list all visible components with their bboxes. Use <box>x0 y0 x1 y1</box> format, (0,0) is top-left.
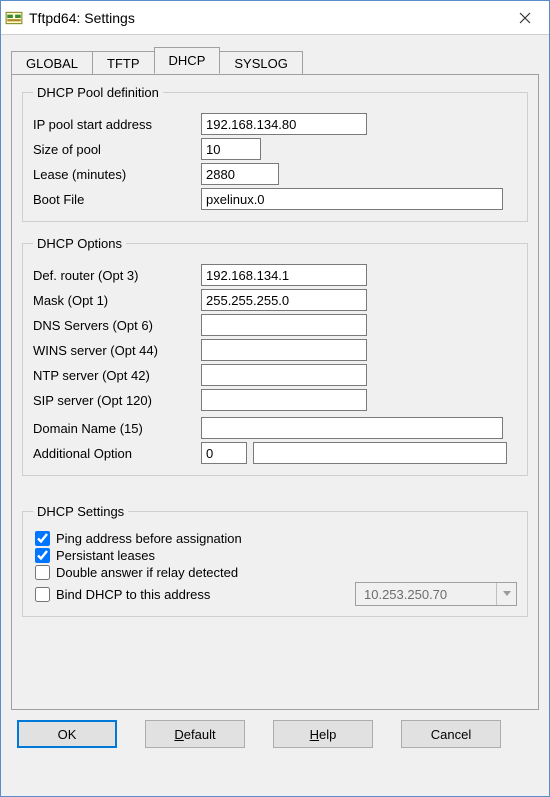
checkbox-bind[interactable] <box>35 587 50 602</box>
group-pool-legend: DHCP Pool definition <box>33 85 163 100</box>
select-bind-address[interactable]: 10.253.250.70 <box>355 582 517 606</box>
row-sip: SIP server (Opt 120) <box>33 389 517 411</box>
row-domain: Domain Name (15) <box>33 417 517 439</box>
client-area: GLOBAL TFTP DHCP SYSLOG DHCP Pool defini… <box>1 35 549 796</box>
checkbox-double[interactable] <box>35 565 50 580</box>
label-double[interactable]: Double answer if relay detected <box>56 565 238 580</box>
label-ntp: NTP server (Opt 42) <box>33 368 201 383</box>
row-lease: Lease (minutes) <box>33 163 517 185</box>
row-pool-size: Size of pool <box>33 138 517 160</box>
tab-syslog[interactable]: SYSLOG <box>219 51 302 75</box>
row-router: Def. router (Opt 3) <box>33 264 517 286</box>
input-additional-num[interactable] <box>201 442 247 464</box>
label-ip-start: IP pool start address <box>33 117 201 132</box>
tab-tftp[interactable]: TFTP <box>92 51 155 75</box>
label-additional: Additional Option <box>33 446 201 461</box>
row-ntp: NTP server (Opt 42) <box>33 364 517 386</box>
input-additional-value[interactable] <box>253 442 507 464</box>
row-mask: Mask (Opt 1) <box>33 289 517 311</box>
close-icon <box>519 12 531 24</box>
default-button[interactable]: Default <box>145 720 245 748</box>
window-title: Tftpd64: Settings <box>29 10 505 26</box>
group-pool: DHCP Pool definition IP pool start addre… <box>22 85 528 222</box>
group-settings-legend: DHCP Settings <box>33 504 128 519</box>
label-mask: Mask (Opt 1) <box>33 293 201 308</box>
input-router[interactable] <box>201 264 367 286</box>
tab-strip: GLOBAL TFTP DHCP SYSLOG <box>11 47 539 74</box>
close-button[interactable] <box>505 4 545 32</box>
checkbox-ping[interactable] <box>35 531 50 546</box>
ok-button[interactable]: OK <box>17 720 117 748</box>
input-lease[interactable] <box>201 163 279 185</box>
input-pool-size[interactable] <box>201 138 261 160</box>
select-bind-address-value: 10.253.250.70 <box>356 587 496 602</box>
row-ping: Ping address before assignation <box>33 531 517 546</box>
label-wins: WINS server (Opt 44) <box>33 343 201 358</box>
row-bind: Bind DHCP to this address 10.253.250.70 <box>33 582 517 606</box>
dialog-button-row: OK Default Help Cancel <box>11 710 539 754</box>
label-dns: DNS Servers (Opt 6) <box>33 318 201 333</box>
help-button[interactable]: Help <box>273 720 373 748</box>
input-ntp[interactable] <box>201 364 367 386</box>
input-sip[interactable] <box>201 389 367 411</box>
default-button-text: efault <box>184 727 216 742</box>
row-persist: Persistant leases <box>33 548 517 563</box>
row-wins: WINS server (Opt 44) <box>33 339 517 361</box>
cancel-button[interactable]: Cancel <box>401 720 501 748</box>
row-bootfile: Boot File <box>33 188 517 210</box>
row-additional: Additional Option <box>33 442 517 464</box>
label-domain: Domain Name (15) <box>33 421 201 436</box>
input-bootfile[interactable] <box>201 188 503 210</box>
tab-dhcp[interactable]: DHCP <box>154 47 221 74</box>
group-settings: DHCP Settings Ping address before assign… <box>22 504 528 617</box>
row-dns: DNS Servers (Opt 6) <box>33 314 517 336</box>
input-ip-start[interactable] <box>201 113 367 135</box>
row-double: Double answer if relay detected <box>33 565 517 580</box>
help-button-mnemonic: H <box>310 727 319 742</box>
input-wins[interactable] <box>201 339 367 361</box>
label-router: Def. router (Opt 3) <box>33 268 201 283</box>
label-sip: SIP server (Opt 120) <box>33 393 201 408</box>
app-icon <box>5 9 23 27</box>
label-ping[interactable]: Ping address before assignation <box>56 531 242 546</box>
label-bind[interactable]: Bind DHCP to this address <box>56 587 210 602</box>
label-persist[interactable]: Persistant leases <box>56 548 155 563</box>
label-pool-size: Size of pool <box>33 142 201 157</box>
group-options: DHCP Options Def. router (Opt 3) Mask (O… <box>22 236 528 476</box>
row-ip-start: IP pool start address <box>33 113 517 135</box>
tab-content-dhcp: DHCP Pool definition IP pool start addre… <box>11 74 539 710</box>
input-dns[interactable] <box>201 314 367 336</box>
help-button-text: elp <box>319 727 336 742</box>
label-lease: Lease (minutes) <box>33 167 201 182</box>
chevron-down-icon <box>496 583 516 605</box>
tab-global[interactable]: GLOBAL <box>11 51 93 75</box>
settings-window: Tftpd64: Settings GLOBAL TFTP DHCP SYSLO… <box>0 0 550 797</box>
checkbox-persist[interactable] <box>35 548 50 563</box>
input-domain[interactable] <box>201 417 503 439</box>
label-bootfile: Boot File <box>33 192 201 207</box>
default-button-mnemonic: D <box>174 727 183 742</box>
input-mask[interactable] <box>201 289 367 311</box>
titlebar: Tftpd64: Settings <box>1 1 549 35</box>
group-options-legend: DHCP Options <box>33 236 126 251</box>
